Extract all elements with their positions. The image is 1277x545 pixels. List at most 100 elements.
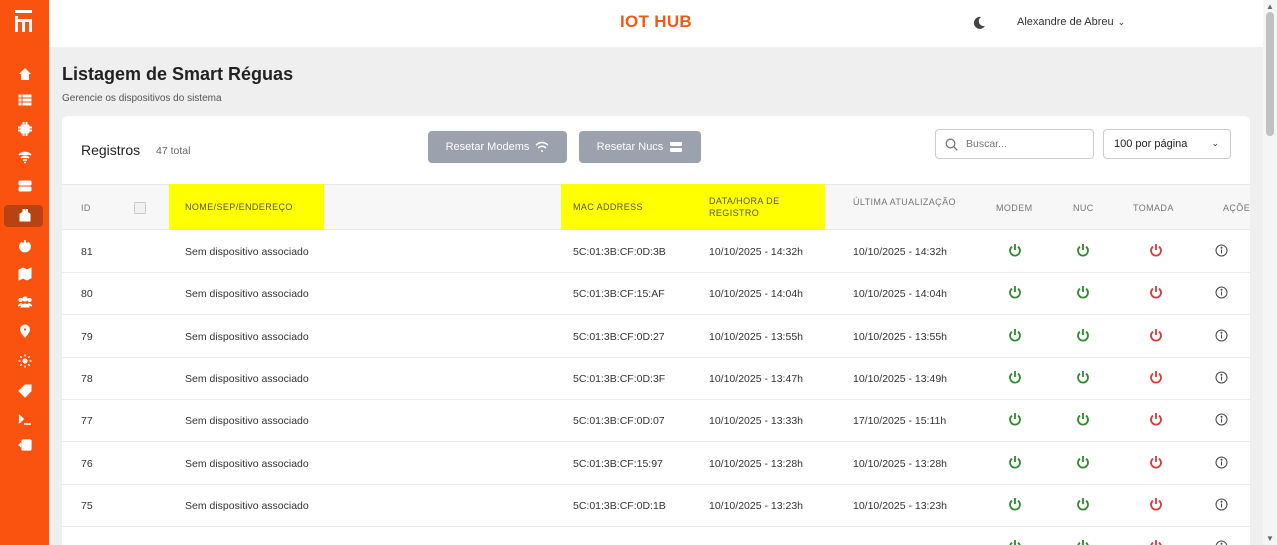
row-nome: Sem dispositivo associado — [185, 288, 309, 301]
location-icon[interactable] — [0, 320, 49, 342]
row-nome: Sem dispositivo associado — [185, 415, 309, 428]
nuc-power-icon[interactable] — [1076, 370, 1090, 384]
tomada-power-icon[interactable] — [1149, 539, 1163, 545]
col-modem[interactable]: MODEM — [996, 202, 1033, 214]
table-row[interactable]: 75 Sem dispositivo associado 5C:01:3B:CF:0… — [62, 485, 1250, 527]
tomada-power-icon[interactable] — [1149, 370, 1163, 384]
sun-icon[interactable] — [0, 350, 49, 372]
row-nome: Sem dispositivo associado — [185, 330, 309, 343]
col-nuc[interactable]: NUC — [1073, 202, 1094, 214]
table-row[interactable]: 77 Sem dispositivo associado 5C:01:3B:CF:0… — [62, 400, 1250, 443]
row-id: 76 — [81, 457, 93, 470]
nuc-power-icon[interactable] — [1076, 497, 1090, 511]
col-ultima[interactable]: ÚLTIMA ATUALIZAÇÃO — [853, 196, 963, 208]
row-ultima: 17/10/2025 - 15:11h — [853, 415, 947, 428]
row-ultima: 10/10/2025 - 13:28h — [853, 457, 947, 470]
tomada-power-icon[interactable] — [1149, 328, 1163, 342]
modem-power-icon[interactable] — [1008, 285, 1022, 299]
table-row[interactable] — [62, 527, 1250, 545]
nuc-power-icon[interactable] — [1076, 328, 1090, 342]
nuc-power-icon[interactable] — [1076, 539, 1090, 545]
info-icon[interactable] — [1215, 413, 1228, 426]
chevron-down-icon: ⌄ — [1117, 17, 1126, 27]
reset-nucs-button[interactable]: Resetar Nucs — [579, 131, 701, 163]
modem-power-icon[interactable] — [1008, 370, 1022, 384]
row-mac: 5C:01:3B:CF:15:97 — [573, 457, 663, 470]
row-mac: 5C:01:3B:CF:0D:3F — [573, 372, 666, 385]
per-page-select[interactable]: 100 por página ⌄ — [1103, 129, 1231, 159]
wifi-icon[interactable] — [0, 146, 49, 168]
modem-power-icon[interactable] — [1008, 328, 1022, 342]
tomada-power-icon[interactable] — [1149, 243, 1163, 257]
col-nome[interactable]: NOME/SEP/ENDEREÇO — [169, 184, 324, 230]
row-data-registro: 10/10/2025 - 14:32h — [709, 246, 803, 258]
tomada-power-icon[interactable] — [1149, 497, 1163, 511]
server-icon[interactable] — [0, 175, 49, 197]
row-ultima: 10/10/2025 - 14:04h — [853, 288, 947, 301]
row-nome: Sem dispositivo associado — [185, 499, 309, 512]
modem-power-icon[interactable] — [1008, 497, 1022, 511]
col-id[interactable]: ID — [81, 202, 91, 214]
users-icon[interactable] — [0, 291, 49, 313]
row-id: 77 — [81, 415, 93, 428]
terminal-icon[interactable] — [0, 408, 49, 430]
moon-icon[interactable] — [971, 15, 987, 31]
page-scrollbar[interactable]: ▲ ▼ — [1263, 0, 1277, 545]
info-icon[interactable] — [1215, 329, 1228, 342]
reset-modems-button[interactable]: Resetar Modems — [428, 131, 567, 163]
list-icon[interactable] — [0, 89, 49, 111]
search-icon — [945, 138, 958, 151]
col-data-registro[interactable]: DATA/HORA DE REGISTRO — [696, 184, 825, 230]
scrollbar-thumb[interactable] — [1266, 12, 1274, 136]
info-icon[interactable] — [1215, 540, 1228, 545]
row-id: 79 — [81, 330, 93, 343]
info-icon[interactable] — [1215, 371, 1228, 384]
smart-plug-icon[interactable] — [0, 205, 49, 227]
nuc-power-icon[interactable] — [1076, 243, 1090, 257]
tomada-power-icon[interactable] — [1149, 455, 1163, 469]
modem-power-icon[interactable] — [1008, 412, 1022, 426]
home-icon[interactable] — [0, 63, 49, 85]
user-menu[interactable]: Alexandre de Abreu ⌄ — [1017, 16, 1125, 28]
table-row[interactable]: 78 Sem dispositivo associado 5C:01:3B:CF:0… — [62, 358, 1250, 400]
tomada-power-icon[interactable] — [1149, 285, 1163, 299]
select-all-checkbox[interactable] — [134, 202, 146, 214]
tomada-power-icon[interactable] — [1149, 412, 1163, 426]
brand-logo-icon — [15, 10, 32, 32]
search-input[interactable] — [966, 135, 1086, 153]
power-icon[interactable] — [0, 235, 49, 257]
row-data-registro: 10/10/2025 - 13:47h — [709, 372, 803, 385]
col-mac[interactable]: MAC ADDRESS — [561, 184, 696, 230]
info-icon[interactable] — [1215, 244, 1228, 257]
search-box[interactable] — [935, 129, 1094, 159]
modem-power-icon[interactable] — [1008, 243, 1022, 257]
row-data-registro: 10/10/2025 - 13:33h — [709, 415, 803, 428]
chip-icon[interactable] — [0, 118, 49, 140]
row-ultima: 10/10/2025 - 13:23h — [853, 499, 947, 512]
col-acoes[interactable]: AÇÕES — [1223, 202, 1250, 214]
scroll-up-icon[interactable]: ▲ — [1266, 2, 1274, 11]
table-row[interactable]: 80 Sem dispositivo associado 5C:01:3B:CF:1… — [62, 273, 1250, 316]
table-row[interactable]: 79 Sem dispositivo associado 5C:01:3B:CF:0… — [62, 316, 1250, 358]
row-data-registro: 10/10/2025 - 13:28h — [709, 457, 803, 470]
logout-icon[interactable] — [0, 434, 49, 456]
per-page-value: 100 por página — [1114, 138, 1188, 150]
info-icon[interactable] — [1215, 498, 1228, 511]
nuc-power-icon[interactable] — [1076, 285, 1090, 299]
modem-power-icon[interactable] — [1008, 539, 1022, 545]
table-row[interactable]: 81 Sem dispositivo associado 5C:01:3B:CF:0… — [62, 231, 1250, 273]
chevron-down-icon: ⌄ — [1211, 138, 1219, 148]
info-icon[interactable] — [1215, 286, 1228, 299]
nuc-power-icon[interactable] — [1076, 412, 1090, 426]
tag-icon[interactable] — [0, 380, 49, 402]
col-tomada[interactable]: TOMADA — [1133, 202, 1174, 214]
info-icon[interactable] — [1215, 456, 1228, 469]
scroll-down-icon[interactable]: ▼ — [1266, 534, 1274, 543]
map-icon[interactable] — [0, 263, 49, 285]
records-card: Registros 47 total Resetar Modems Reseta… — [62, 116, 1250, 545]
modem-power-icon[interactable] — [1008, 455, 1022, 469]
nuc-power-icon[interactable] — [1076, 455, 1090, 469]
row-id: 81 — [81, 246, 93, 258]
row-nome: Sem dispositivo associado — [185, 246, 309, 258]
table-row[interactable]: 76 Sem dispositivo associado 5C:01:3B:CF:1… — [62, 443, 1250, 485]
